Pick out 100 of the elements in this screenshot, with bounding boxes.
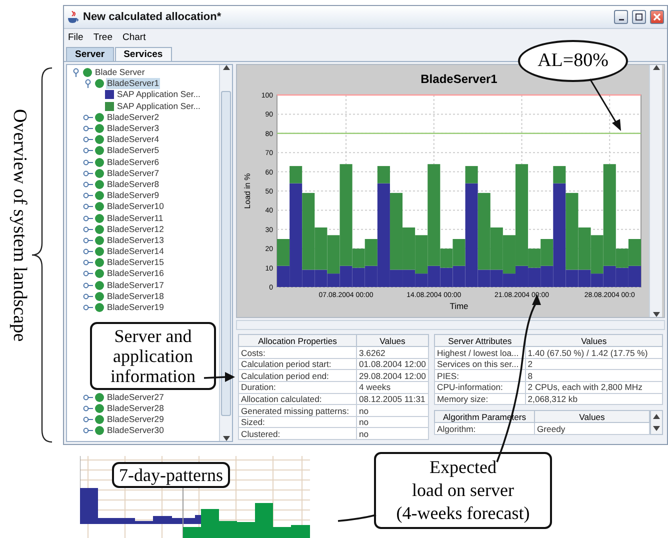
- close-button[interactable]: [650, 10, 664, 24]
- scroll-up-icon[interactable]: [222, 65, 230, 70]
- server-node[interactable]: BladeServer28: [106, 402, 165, 414]
- node-dot-icon: [95, 168, 104, 178]
- expand-handle-icon[interactable]: [83, 79, 93, 88]
- menu-item[interactable]: Chart: [122, 32, 146, 42]
- table-cell: Allocation calculated:: [238, 393, 356, 405]
- table-cell: 1.40 (67.50 %) / 1.42 (17.75 %): [525, 346, 662, 358]
- scrollbar[interactable]: [236, 320, 665, 330]
- expand-handle-icon[interactable]: [83, 135, 93, 144]
- expand-handle-icon[interactable]: [83, 258, 93, 268]
- node-dot-icon: [95, 180, 104, 189]
- leader-line: [338, 514, 376, 522]
- axis-label: Load in %: [243, 173, 252, 209]
- expand-handle-icon[interactable]: [71, 68, 81, 78]
- table-cell: 01.08.2004 12:00: [356, 358, 428, 370]
- expand-handle-icon[interactable]: [83, 180, 93, 189]
- server-node[interactable]: BladeServer4: [106, 134, 160, 146]
- server-node[interactable]: BladeServer5: [106, 145, 160, 156]
- table-cell: 4 weeks: [356, 382, 428, 394]
- server-node[interactable]: BladeServer15: [106, 257, 165, 268]
- tab[interactable]: Server: [66, 47, 114, 61]
- scroll-down-icon[interactable]: [652, 312, 660, 317]
- spin-up-icon[interactable]: [653, 414, 660, 420]
- server-node[interactable]: BladeServer27: [106, 392, 165, 403]
- scrollbar[interactable]: [649, 65, 662, 317]
- server-node[interactable]: SAP Application Ser...: [116, 89, 202, 100]
- annotation-label: Overview of system landscape: [8, 108, 30, 342]
- expand-handle-icon[interactable]: [83, 146, 93, 156]
- server-node[interactable]: BladeServer6: [106, 156, 160, 168]
- node-dot-icon: [95, 404, 104, 413]
- table-header[interactable]: Values: [356, 334, 428, 347]
- expand-handle-icon[interactable]: [83, 168, 93, 178]
- node-dot-icon: [95, 146, 104, 156]
- server-node[interactable]: BladeServer16: [106, 268, 165, 280]
- table-cell: PIES:: [434, 370, 526, 382]
- server-node[interactable]: Blade Server: [94, 67, 146, 78]
- minimize-button[interactable]: [614, 10, 628, 24]
- expand-handle-icon[interactable]: [83, 214, 93, 223]
- server-node[interactable]: BladeServer2: [106, 112, 160, 123]
- server-node[interactable]: BladeServer29: [106, 414, 165, 425]
- table-header[interactable]: Allocation Properties: [238, 334, 356, 347]
- maximize-icon: [635, 13, 643, 21]
- node-dot-icon: [95, 292, 104, 301]
- expand-handle-icon[interactable]: [83, 269, 93, 278]
- expand-handle-icon[interactable]: [83, 292, 93, 301]
- server-node[interactable]: BladeServer19: [106, 302, 165, 314]
- server-node[interactable]: BladeServer11: [106, 212, 164, 224]
- expand-handle-icon[interactable]: [83, 280, 93, 290]
- node-dot-icon: [95, 392, 104, 402]
- expand-handle-icon[interactable]: [83, 112, 93, 122]
- server-node[interactable]: BladeServer30: [106, 425, 165, 436]
- server-node[interactable]: BladeServer10: [106, 201, 165, 212]
- node-dot-icon: [95, 135, 104, 144]
- expand-handle-icon[interactable]: [83, 247, 93, 256]
- expand-handle-icon[interactable]: [83, 124, 93, 134]
- table-cell: Clustered:: [238, 428, 356, 440]
- maximize-button[interactable]: [632, 10, 646, 24]
- scroll-down-icon[interactable]: [222, 436, 230, 441]
- spinner[interactable]: [650, 410, 663, 435]
- expand-handle-icon[interactable]: [83, 191, 93, 200]
- node-dot-icon: [95, 280, 104, 290]
- table-header[interactable]: Server Attributes: [434, 334, 526, 347]
- table-cell: no: [356, 404, 428, 416]
- server-node[interactable]: BladeServer14: [106, 246, 165, 258]
- expand-handle-icon[interactable]: [83, 224, 93, 234]
- node-dot-icon: [95, 191, 104, 200]
- table-cell: Duration:: [238, 382, 356, 394]
- server-node[interactable]: BladeServer8: [106, 178, 160, 190]
- server-node[interactable]: BladeServer7: [106, 168, 160, 179]
- server-node[interactable]: BladeServer3: [106, 123, 160, 134]
- menu-item[interactable]: File: [68, 32, 84, 42]
- expand-handle-icon[interactable]: [83, 392, 93, 402]
- node-dot-icon: [95, 426, 104, 436]
- table-cell: Algorithm:: [434, 422, 534, 434]
- server-node[interactable]: SAP Application Ser...: [116, 100, 202, 112]
- server-node[interactable]: BladeServer9: [106, 190, 160, 202]
- scrollbar[interactable]: [219, 65, 232, 441]
- table-header[interactable]: Values: [525, 334, 662, 347]
- expand-handle-icon[interactable]: [83, 303, 93, 312]
- spin-down-icon[interactable]: [653, 426, 660, 431]
- expand-handle-icon[interactable]: [83, 404, 93, 413]
- table-header[interactable]: Values: [534, 410, 650, 423]
- close-icon: [653, 13, 661, 21]
- server-node[interactable]: BladeServer1: [106, 78, 160, 90]
- table-cell: 29.08.2004 12:00: [356, 370, 428, 382]
- expand-handle-icon[interactable]: [83, 426, 93, 436]
- scroll-up-icon[interactable]: [652, 65, 660, 70]
- tab[interactable]: Services: [114, 47, 172, 61]
- expand-handle-icon[interactable]: [83, 202, 93, 212]
- server-node[interactable]: BladeServer13: [106, 234, 165, 246]
- scroll-thumb[interactable]: [221, 90, 231, 416]
- menu-item[interactable]: Tree: [93, 32, 112, 42]
- server-node[interactable]: BladeServer17: [106, 280, 165, 291]
- server-node[interactable]: BladeServer12: [106, 224, 165, 235]
- expand-handle-icon[interactable]: [83, 236, 93, 245]
- node-dot-icon: [95, 247, 104, 256]
- expand-handle-icon[interactable]: [83, 414, 93, 424]
- expand-handle-icon[interactable]: [83, 158, 93, 167]
- server-node[interactable]: BladeServer18: [106, 290, 165, 302]
